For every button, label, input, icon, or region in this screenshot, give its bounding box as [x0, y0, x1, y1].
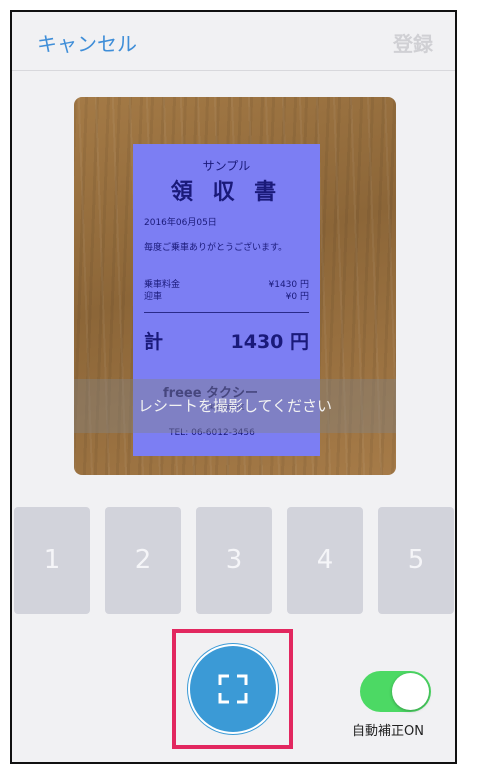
- shutter-highlight: [172, 629, 293, 749]
- receipt-sample-label: サンプル: [202, 159, 251, 173]
- thumbnail-slot-2[interactable]: 2: [105, 507, 181, 614]
- thumbnail-strip: 1 2 3 4 5: [12, 507, 455, 614]
- capture-hint: レシートを撮影してください: [74, 379, 396, 433]
- app-screen: キャンセル 登録 サンプル 領 収 書 2016年06月05日 毎度ご乗車ありが…: [10, 10, 457, 764]
- auto-correct-label: 自動補正ON: [352, 724, 424, 739]
- thumbnail-slot-5[interactable]: 5: [378, 507, 454, 614]
- toggle-knob: [392, 673, 429, 710]
- thumbnail-slot-3[interactable]: 3: [196, 507, 272, 614]
- receipt-title: 領 収 書: [170, 180, 283, 205]
- thumbnail-slot-4[interactable]: 4: [287, 507, 363, 614]
- camera-preview: サンプル 領 収 書 2016年06月05日 毎度ご乗車ありがとうございます。 …: [74, 97, 396, 475]
- thumbnail-slot-1[interactable]: 1: [14, 507, 90, 614]
- cancel-button[interactable]: キャンセル: [37, 28, 137, 57]
- scan-frame-icon: [218, 674, 248, 704]
- register-button[interactable]: 登録: [393, 28, 433, 57]
- navigation-bar: キャンセル 登録: [12, 12, 455, 71]
- receipt-total-label: 計: [144, 331, 164, 353]
- receipt-thanks: 毎度ご乗車ありがとうございます。: [144, 243, 288, 253]
- receipt-divider: [144, 312, 309, 313]
- shutter-button[interactable]: [190, 646, 276, 732]
- receipt-discount-label: 迎車: [144, 292, 163, 302]
- auto-correct-toggle[interactable]: [360, 671, 431, 712]
- receipt-total-value: 1430 円: [230, 331, 310, 353]
- receipt-date: 2016年06月05日: [144, 218, 217, 228]
- receipt-discount-value: ¥0 円: [285, 292, 309, 302]
